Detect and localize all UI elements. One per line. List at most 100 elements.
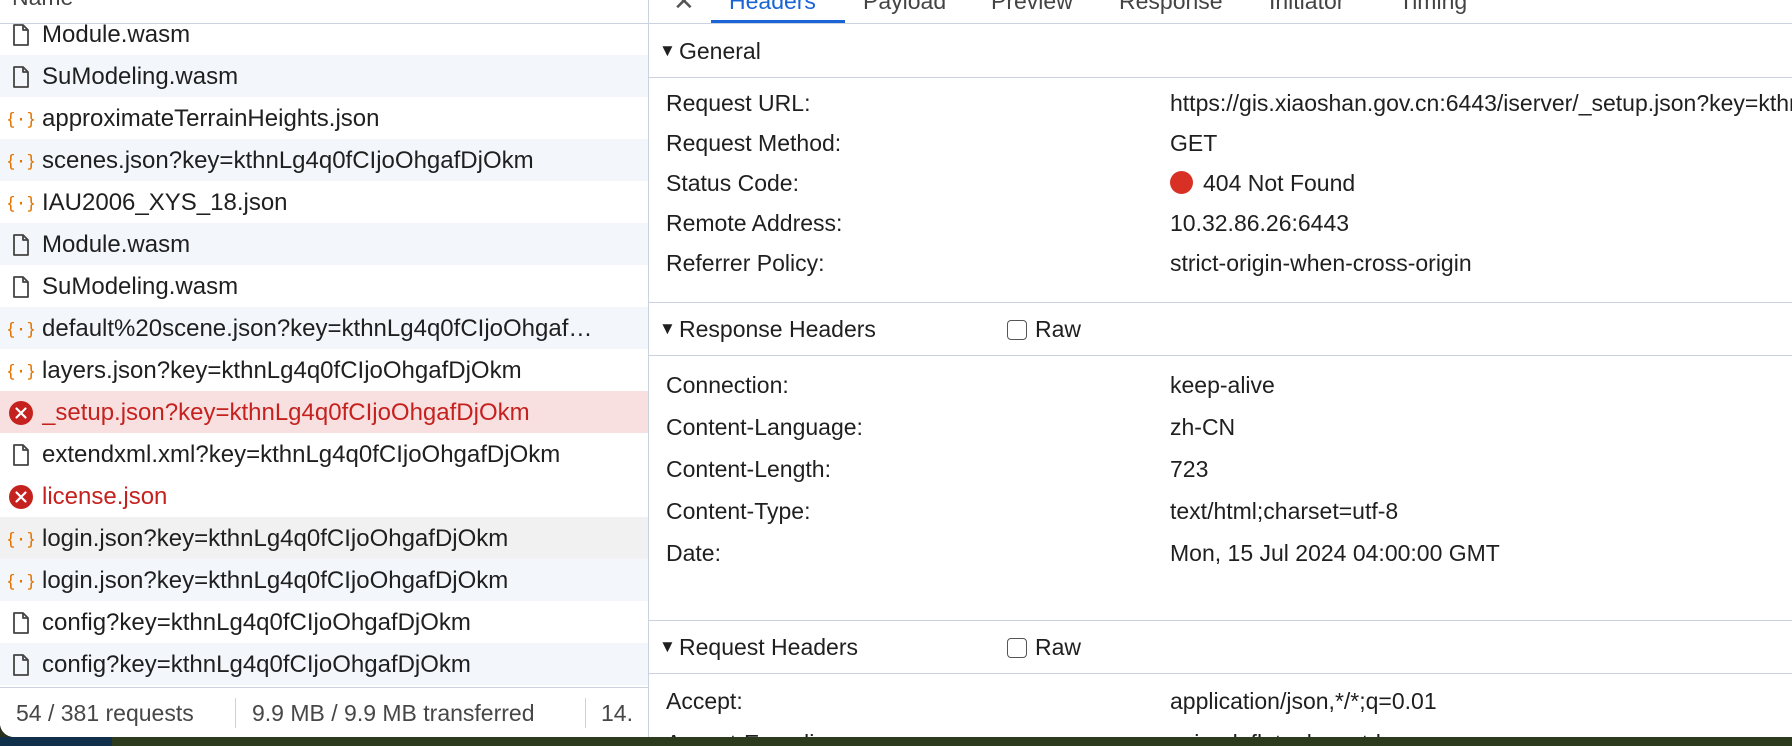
request-row[interactable]: config?key=kthnLg4q0fCIjoOhgafDjOkm bbox=[0, 601, 648, 643]
request-row[interactable]: SuModeling.wasm bbox=[0, 55, 648, 97]
json-file-icon: {·} bbox=[6, 106, 37, 132]
request-rows: Module.wasm SuModeling.wasm {·} approximate… bbox=[0, 13, 648, 685]
request-method-label: Request Method: bbox=[666, 130, 842, 156]
tab-preview[interactable]: Preview bbox=[991, 0, 1073, 15]
request-row[interactable]: {·} IAU2006_XYS_18.json bbox=[0, 181, 648, 223]
desktop-background bbox=[0, 737, 1792, 746]
header-name: Content-Length: bbox=[666, 456, 831, 482]
status-code-value[interactable]: 404 Not Found bbox=[1170, 170, 1355, 197]
request-row[interactable]: {·} default%20scene.json?key=kthnLg4q0fCI… bbox=[0, 307, 648, 349]
status-code-text: 404 Not Found bbox=[1203, 170, 1356, 196]
svg-text:{·}: {·} bbox=[8, 110, 34, 130]
request-name: Module.wasm bbox=[42, 231, 191, 258]
request-row[interactable]: extendxml.xml?key=kthnLg4q0fCIjoOhgafDjO… bbox=[0, 433, 648, 475]
request-name: license.json bbox=[42, 483, 168, 510]
active-tab-indicator bbox=[711, 20, 845, 23]
request-url-value[interactable]: https://gis.xiaoshan.gov.cn:6443/iserver… bbox=[1170, 90, 1792, 117]
request-name: SuModeling.wasm bbox=[42, 273, 239, 300]
remote-address-value[interactable]: 10.32.86.26:6443 bbox=[1170, 210, 1349, 237]
header-value[interactable]: application/json,*/*;q=0.01 bbox=[1170, 688, 1437, 715]
request-name: Module.wasm bbox=[42, 21, 191, 48]
name-column-label: Name bbox=[12, 0, 73, 11]
header-value[interactable]: 723 bbox=[1170, 456, 1208, 483]
response-headers-section-header[interactable]: ▼ Response Headers Raw bbox=[649, 305, 1792, 356]
response-headers-title: Response Headers bbox=[679, 316, 876, 342]
document-icon bbox=[8, 442, 34, 468]
raw-checkbox[interactable] bbox=[1007, 637, 1027, 658]
close-icon[interactable]: ✕ bbox=[673, 0, 695, 17]
request-row[interactable]: Module.wasm bbox=[0, 223, 648, 265]
request-name: IAU2006_XYS_18.json bbox=[42, 189, 288, 216]
request-name: scenes.json?key=kthnLg4q0fCIjoOhgafDjOkm bbox=[42, 147, 534, 174]
request-row[interactable]: {·} login.json?key=kthnLg4q0fCIjoOhgafDjO… bbox=[0, 517, 648, 559]
tab-payload[interactable]: Payload bbox=[863, 0, 946, 15]
request-row[interactable]: _setup.json?key=kthnLg4q0fCIjoOhgafDjOkm bbox=[0, 391, 648, 433]
resources-size: 14. bbox=[601, 700, 633, 726]
collapse-triangle-icon: ▼ bbox=[659, 637, 676, 656]
request-name: extendxml.xml?key=kthnLg4q0fCIjoOhgafDjO… bbox=[42, 441, 561, 468]
request-row[interactable]: SuModeling.wasm bbox=[0, 265, 648, 307]
raw-checkbox[interactable] bbox=[1007, 319, 1027, 340]
document-icon bbox=[8, 274, 34, 300]
json-file-icon: {·} bbox=[6, 568, 37, 594]
request-row[interactable]: {·} approximateTerrainHeights.json bbox=[0, 97, 648, 139]
request-name: layers.json?key=kthnLg4q0fCIjoOhgafDjOkm bbox=[42, 357, 522, 384]
request-row[interactable]: license.json bbox=[0, 475, 648, 517]
tab-headers[interactable]: Headers bbox=[729, 0, 816, 15]
tab-timing[interactable]: Timing bbox=[1399, 0, 1467, 15]
request-list-panel: Name Module.wasm SuModeling.wasm {·} approx… bbox=[0, 0, 649, 737]
request-method-value[interactable]: GET bbox=[1170, 130, 1217, 157]
transferred-size: 9.9 MB / 9.9 MB transferred bbox=[252, 700, 535, 726]
general-section-header[interactable]: ▼ General bbox=[649, 27, 1792, 78]
raw-label: Raw bbox=[1035, 316, 1082, 342]
status-code-label: Status Code: bbox=[666, 170, 799, 196]
referrer-policy-label: Referrer Policy: bbox=[666, 250, 825, 276]
header-value[interactable]: Mon, 15 Jul 2024 04:00:00 GMT bbox=[1170, 540, 1500, 567]
request-name: config?key=kthnLg4q0fCIjoOhgafDjOkm bbox=[42, 651, 471, 678]
header-value[interactable]: keep-alive bbox=[1170, 372, 1275, 399]
json-file-icon: {·} bbox=[6, 148, 37, 174]
header-value[interactable]: gzip, deflate, br, zstd bbox=[1170, 730, 1381, 737]
header-value[interactable]: zh-CN bbox=[1170, 414, 1235, 441]
request-name: _setup.json?key=kthnLg4q0fCIjoOhgafDjOkm bbox=[42, 399, 530, 426]
request-row[interactable]: {·} scenes.json?key=kthnLg4q0fCIjoOhgafDj… bbox=[0, 139, 648, 181]
document-icon bbox=[8, 232, 34, 258]
header-name: Accept-Encoding: bbox=[666, 730, 846, 737]
collapse-triangle-icon: ▼ bbox=[659, 41, 676, 60]
request-row[interactable]: {·} login.json?key=kthnLg4q0fCIjoOhgafDjO… bbox=[0, 559, 648, 601]
svg-text:{·}: {·} bbox=[8, 320, 34, 340]
request-name: login.json?key=kthnLg4q0fCIjoOhgafDjOkm bbox=[42, 525, 509, 552]
error-icon bbox=[8, 484, 34, 510]
request-name: default%20scene.json?key=kthnLg4q0fCIjoO… bbox=[42, 315, 593, 342]
request-name: login.json?key=kthnLg4q0fCIjoOhgafDjOkm bbox=[42, 567, 509, 594]
raw-label: Raw bbox=[1035, 634, 1082, 660]
collapse-triangle-icon: ▼ bbox=[659, 319, 676, 338]
tab-response[interactable]: Response bbox=[1119, 0, 1223, 15]
request-row[interactable]: {·} layers.json?key=kthnLg4q0fCIjoOhgafDj… bbox=[0, 349, 648, 391]
request-row[interactable]: Module.wasm bbox=[0, 13, 648, 55]
document-icon bbox=[8, 64, 34, 90]
header-name: Date: bbox=[666, 540, 721, 566]
request-headers-section-header[interactable]: ▼ Request Headers Raw bbox=[649, 623, 1792, 674]
header-name: Content-Type: bbox=[666, 498, 811, 524]
request-row[interactable]: config?key=kthnLg4q0fCIjoOhgafDjOkm bbox=[0, 643, 648, 685]
json-file-icon: {·} bbox=[6, 358, 37, 384]
header-value[interactable]: text/html;charset=utf-8 bbox=[1170, 498, 1398, 525]
request-name: approximateTerrainHeights.json bbox=[42, 105, 380, 132]
referrer-policy-value[interactable]: strict-origin-when-cross-origin bbox=[1170, 250, 1472, 277]
svg-text:{·}: {·} bbox=[8, 530, 34, 550]
request-url-label: Request URL: bbox=[666, 90, 811, 116]
request-name: SuModeling.wasm bbox=[42, 63, 239, 90]
request-raw-toggle[interactable]: Raw bbox=[1007, 634, 1081, 661]
svg-text:{·}: {·} bbox=[8, 194, 34, 214]
document-icon bbox=[8, 22, 34, 48]
detail-tabbar: ✕ Headers Payload Preview Response Initi… bbox=[649, 0, 1792, 24]
tab-initiator[interactable]: Initiator bbox=[1269, 0, 1344, 15]
response-raw-toggle[interactable]: Raw bbox=[1007, 316, 1081, 343]
request-headers-title: Request Headers bbox=[679, 634, 858, 660]
request-detail-panel: ✕ Headers Payload Preview Response Initi… bbox=[649, 0, 1792, 737]
json-file-icon: {·} bbox=[6, 316, 37, 342]
svg-text:{·}: {·} bbox=[8, 572, 34, 592]
request-name: config?key=kthnLg4q0fCIjoOhgafDjOkm bbox=[42, 609, 471, 636]
devtools-window: Name Module.wasm SuModeling.wasm {·} approx… bbox=[0, 0, 1792, 737]
